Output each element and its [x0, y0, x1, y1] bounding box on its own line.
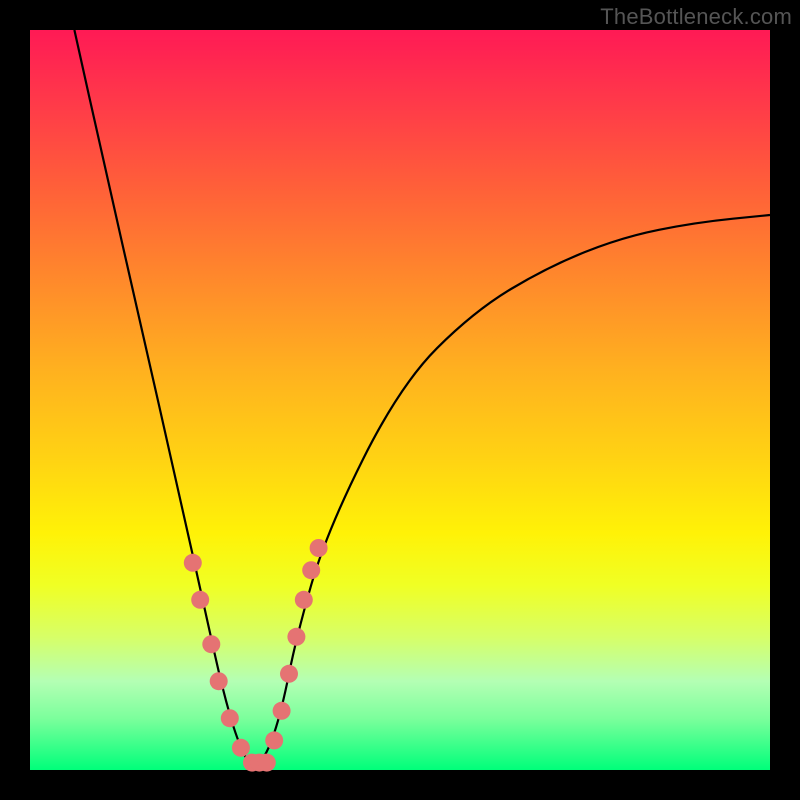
curve-markers: [184, 539, 328, 772]
watermark-text: TheBottleneck.com: [600, 4, 792, 30]
marker-dot: [265, 731, 283, 749]
bottleneck-curve: [74, 30, 770, 765]
curve-svg: [30, 30, 770, 770]
marker-dot: [202, 635, 220, 653]
chart-frame: TheBottleneck.com: [0, 0, 800, 800]
marker-dot: [191, 591, 209, 609]
marker-dot: [221, 709, 239, 727]
curve-path: [74, 30, 770, 765]
marker-dot: [258, 754, 276, 772]
marker-dot: [273, 702, 291, 720]
marker-dot: [295, 591, 313, 609]
marker-dot: [287, 628, 305, 646]
marker-dot: [302, 561, 320, 579]
marker-dot: [232, 739, 250, 757]
plot-area: [30, 30, 770, 770]
marker-dot: [310, 539, 328, 557]
marker-dot: [184, 554, 202, 572]
marker-dot: [210, 672, 228, 690]
marker-dot: [280, 665, 298, 683]
